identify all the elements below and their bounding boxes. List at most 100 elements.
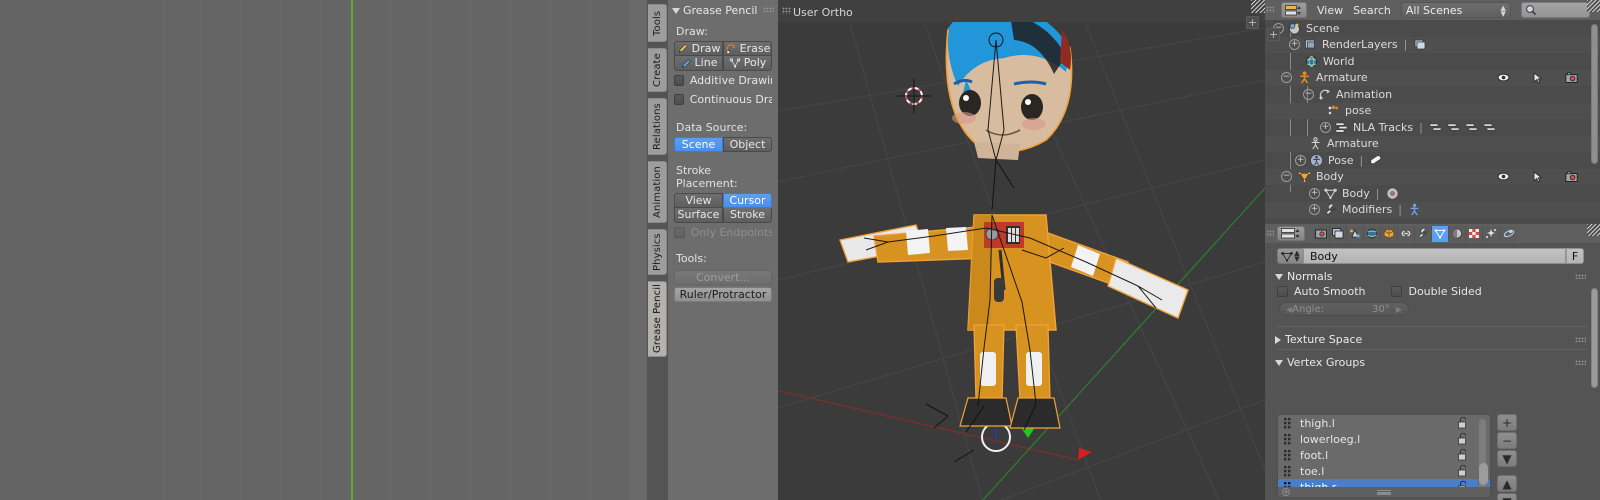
properties-tab-render-layers[interactable] xyxy=(1330,225,1347,242)
additive-drawing-row[interactable]: Additive Drawing xyxy=(668,71,778,90)
outliner-row-scene[interactable]: − Scene xyxy=(1265,20,1600,37)
double-sided-checkbox[interactable] xyxy=(1391,286,1403,297)
expander-minus-icon[interactable]: − xyxy=(1281,72,1292,84)
stroke-placement-cursor-button[interactable]: Cursor xyxy=(723,193,772,208)
properties-tab-modifiers[interactable] xyxy=(1415,225,1432,242)
unlocked-icon[interactable] xyxy=(1457,417,1468,429)
continuous-drawing-checkbox[interactable] xyxy=(674,94,684,105)
outliner-left-expand-button[interactable]: + xyxy=(1267,28,1280,41)
fake-user-button[interactable]: F xyxy=(1566,248,1584,264)
eye-icon[interactable] xyxy=(1497,171,1510,182)
cursor-arrow-icon[interactable] xyxy=(1532,170,1543,183)
panel-drag-grip[interactable] xyxy=(1575,360,1586,365)
outliner-row-pose-action[interactable]: pose xyxy=(1265,102,1600,119)
add-vertex-group-button[interactable]: + xyxy=(1497,414,1517,431)
outliner-row-nla-tracks[interactable]: + NLA Tracks | xyxy=(1265,119,1600,136)
vertex-group-item[interactable]: lowerloeg.l xyxy=(1278,431,1490,447)
expander-plus-icon[interactable]: + xyxy=(1309,187,1320,199)
properties-resize-grip[interactable] xyxy=(1587,224,1600,236)
expander-minus-icon[interactable]: − xyxy=(1281,171,1292,183)
vertex-groups-panel-header[interactable]: Vertex Groups xyxy=(1275,356,1588,369)
list-filter-toggle[interactable]: + xyxy=(1282,488,1290,496)
nla-strip-icon[interactable] xyxy=(1447,121,1460,134)
outliner-row-world[interactable]: World xyxy=(1265,53,1600,70)
outliner-menu-view[interactable]: View xyxy=(1317,4,1343,17)
properties-tab-render[interactable] xyxy=(1313,225,1330,242)
stroke-placement-surface-button[interactable]: Surface xyxy=(674,208,723,223)
outliner-menu-search[interactable]: Search xyxy=(1353,4,1391,17)
double-sided-row[interactable]: Double Sided xyxy=(1391,285,1482,298)
properties-editor-type-button[interactable] xyxy=(1277,226,1305,241)
outliner-display-mode-button[interactable] xyxy=(1281,2,1307,18)
nla-strip-icon[interactable] xyxy=(1483,121,1496,134)
panel-drag-grip[interactable] xyxy=(1575,337,1586,342)
datablock-name-field[interactable]: Body xyxy=(1303,248,1566,264)
expander-plus-icon[interactable]: + xyxy=(1320,121,1331,133)
outliner-search-input[interactable] xyxy=(1520,2,1590,18)
tool-tab-physics[interactable]: Physics xyxy=(648,229,667,275)
secondary-3d-viewport[interactable] xyxy=(0,0,630,500)
chevron-right-icon[interactable]: ▶ xyxy=(1396,305,1402,314)
unlocked-icon[interactable] xyxy=(1457,449,1468,461)
nla-strip-icon[interactable] xyxy=(1465,121,1478,134)
vertex-group-item[interactable]: toe.l xyxy=(1278,463,1490,479)
properties-tab-scene[interactable] xyxy=(1347,225,1364,242)
material-icon[interactable] xyxy=(1386,187,1399,200)
gp-line-button[interactable]: Line xyxy=(674,56,723,71)
viewport-header-grip[interactable] xyxy=(782,7,791,14)
cursor-arrow-icon[interactable] xyxy=(1532,71,1543,84)
auto-smooth-angle-field[interactable]: ◀ Angle: 30° ▶ xyxy=(1279,302,1409,316)
properties-tab-material[interactable] xyxy=(1449,225,1466,242)
nla-strips-icons[interactable] xyxy=(1429,121,1496,134)
outliner-tree[interactable]: − Scene + RenderLayers | xyxy=(1265,20,1600,224)
gp-poly-button[interactable]: Poly xyxy=(723,56,772,71)
properties-tab-object-data[interactable] xyxy=(1432,225,1449,242)
eye-icon[interactable] xyxy=(1497,72,1510,83)
outliner-row-pose[interactable]: + Pose | xyxy=(1265,152,1600,169)
outliner-row-armature-object[interactable]: − Armature xyxy=(1265,69,1600,86)
data-source-object-button[interactable]: Object xyxy=(723,137,772,152)
properties-tab-world[interactable] xyxy=(1364,225,1381,242)
expander-minus-icon[interactable]: − xyxy=(1303,88,1314,100)
outliner-row-body-mesh[interactable]: + Body | xyxy=(1265,185,1600,202)
datablock-browse-button[interactable]: ▲ ▼ xyxy=(1277,248,1303,264)
armature-modifier-icon[interactable] xyxy=(1408,203,1421,216)
continuous-drawing-row[interactable]: Continuous Dra... xyxy=(668,90,778,109)
ruler-protractor-button[interactable]: Ruler/Protractor xyxy=(674,287,772,302)
auto-smooth-checkbox[interactable] xyxy=(1277,286,1288,297)
texture-space-panel-header[interactable]: Texture Space xyxy=(1275,333,1588,346)
stroke-placement-view-button[interactable]: View xyxy=(674,193,723,208)
bone-icon[interactable] xyxy=(1369,154,1382,167)
move-vertex-group-up[interactable]: ▲ xyxy=(1497,475,1517,492)
camera-icon[interactable] xyxy=(1565,71,1578,84)
properties-tab-particles[interactable] xyxy=(1483,225,1500,242)
properties-tab-texture[interactable] xyxy=(1466,225,1483,242)
outliner-row-body-object[interactable]: − Body xyxy=(1265,168,1600,185)
expander-plus-icon[interactable]: + xyxy=(1289,39,1300,51)
properties-tab-object[interactable] xyxy=(1381,225,1398,242)
properties-scrollbar[interactable] xyxy=(1591,288,1598,388)
properties-header-grip[interactable] xyxy=(1266,230,1274,237)
outliner-header-grip[interactable] xyxy=(1266,6,1274,13)
camera-icon[interactable] xyxy=(1565,170,1578,183)
renderlayer-datablock-icon[interactable] xyxy=(1413,38,1426,51)
vertex-group-item[interactable]: thigh.l xyxy=(1278,415,1490,431)
outliner-row-modifiers[interactable]: + Modifiers | xyxy=(1265,201,1600,218)
character-model[interactable] xyxy=(778,0,1265,500)
unlocked-icon[interactable] xyxy=(1457,465,1468,477)
tool-tab-grease-pencil[interactable]: Grease Pencil xyxy=(648,281,667,357)
scrollbar-thumb[interactable] xyxy=(1479,463,1488,485)
vertex-group-specials-menu[interactable]: ▼ xyxy=(1497,450,1517,467)
vertex-group-item[interactable]: foot.l xyxy=(1278,447,1490,463)
gp-draw-button[interactable]: Draw xyxy=(674,41,723,56)
outliner-row-armature-data[interactable]: Armature xyxy=(1265,135,1600,152)
data-source-scene-button[interactable]: Scene xyxy=(674,137,723,152)
convert-button[interactable]: Convert... xyxy=(674,270,772,285)
panel-drag-grip[interactable] xyxy=(763,7,774,12)
gp-erase-button[interactable]: Erase xyxy=(723,41,772,56)
expander-plus-icon[interactable]: + xyxy=(1295,154,1306,166)
auto-smooth-row[interactable]: Auto Smooth xyxy=(1277,285,1365,298)
additive-drawing-checkbox[interactable] xyxy=(674,75,684,86)
vertex-groups-list[interactable]: thigh.l lowerloeg.l foot.l toe.l + xyxy=(1277,414,1491,498)
viewport-resize-grip[interactable] xyxy=(1251,0,1265,13)
